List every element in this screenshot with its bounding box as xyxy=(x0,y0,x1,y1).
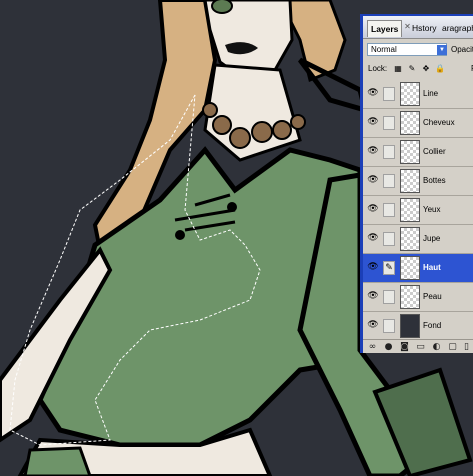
opacity-label: Opacit xyxy=(451,45,473,54)
link-box[interactable] xyxy=(383,116,395,130)
layer-name: Line xyxy=(423,89,439,98)
brush-icon[interactable]: ✎ xyxy=(383,261,395,275)
layer-thumbnail xyxy=(400,285,420,309)
eye-icon[interactable]: 👁 xyxy=(366,115,380,129)
layer-row-selected[interactable]: 👁 ✎ Haut xyxy=(363,254,473,283)
lock-label: Lock: xyxy=(368,64,388,73)
layers-panel: Layers ✕ Hstory aragraph Normal ▼ Opacit… xyxy=(360,14,473,353)
link-box[interactable] xyxy=(383,145,395,159)
link-box[interactable] xyxy=(383,290,395,304)
layer-thumbnail xyxy=(400,256,420,280)
trash-icon[interactable]: ▯ xyxy=(461,342,472,353)
layer-name: Fond xyxy=(423,321,442,330)
layer-row[interactable]: 👁 Fond xyxy=(363,312,473,341)
layer-thumbnail xyxy=(400,198,420,222)
link-icon[interactable]: ∞ xyxy=(367,342,378,353)
eye-icon[interactable]: 👁 xyxy=(366,260,380,274)
eye-icon[interactable]: 👁 xyxy=(366,144,380,158)
layer-row[interactable]: 👁 Peau xyxy=(363,283,473,312)
eye-icon[interactable]: 👁 xyxy=(366,173,380,187)
folder-icon[interactable]: ▭ xyxy=(415,342,426,353)
layer-thumbnail xyxy=(400,140,420,164)
tab-layers[interactable]: Layers xyxy=(367,20,403,37)
layer-row[interactable]: 👁 Collier xyxy=(363,138,473,167)
tab-history[interactable]: Hstory xyxy=(409,20,440,37)
layer-name: Haut xyxy=(423,263,441,272)
lock-row: Lock: ▦ ✎ ✥ 🔒 F xyxy=(363,62,473,78)
fx-icon[interactable]: ● xyxy=(383,342,394,353)
layer-name: Yeux xyxy=(423,205,441,214)
link-box[interactable] xyxy=(383,232,395,246)
link-box[interactable] xyxy=(383,87,395,101)
lock-move-icon[interactable]: ✥ xyxy=(421,64,431,74)
mask-icon[interactable]: ◙ xyxy=(399,342,410,353)
eye-icon[interactable]: 👁 xyxy=(366,202,380,216)
layer-row[interactable]: 👁 Bottes xyxy=(363,167,473,196)
layer-name: Bottes xyxy=(423,176,446,185)
new-adjustment-icon[interactable]: ◐ xyxy=(431,342,442,353)
layer-name: Jupe xyxy=(423,234,441,243)
layer-thumbnail xyxy=(400,169,420,193)
layer-name: Peau xyxy=(423,292,442,301)
eye-icon[interactable]: 👁 xyxy=(366,289,380,303)
layer-thumbnail xyxy=(400,82,420,106)
link-box[interactable] xyxy=(383,203,395,217)
lock-paint-icon[interactable]: ✎ xyxy=(407,64,417,74)
lock-all-icon[interactable]: 🔒 xyxy=(435,64,445,74)
chevron-down-icon[interactable]: ▼ xyxy=(437,45,447,55)
eye-icon[interactable]: 👁 xyxy=(366,318,380,332)
layer-name: Collier xyxy=(423,147,446,156)
layer-name: Cheveux xyxy=(423,118,455,127)
blend-row: Normal ▼ Opacit xyxy=(363,41,473,59)
blend-mode-value: Normal xyxy=(371,45,397,54)
layer-list: 👁 Line 👁 Cheveux 👁 Collier 👁 Bottes 👁 Ye… xyxy=(363,80,473,341)
link-box[interactable] xyxy=(383,319,395,333)
panel-tab-bar: Layers ✕ Hstory aragraph xyxy=(363,16,473,39)
layer-thumbnail xyxy=(400,314,420,338)
new-layer-icon[interactable]: ▢ xyxy=(447,342,458,353)
layer-row[interactable]: 👁 Cheveux xyxy=(363,109,473,138)
lock-transparency-icon[interactable]: ▦ xyxy=(393,64,403,74)
layer-row[interactable]: 👁 Yeux xyxy=(363,196,473,225)
layer-row[interactable]: 👁 Line xyxy=(363,80,473,109)
layer-thumbnail xyxy=(400,227,420,251)
link-box[interactable] xyxy=(383,174,395,188)
eye-icon[interactable]: 👁 xyxy=(366,231,380,245)
panel-bottom-bar: ∞ ● ◙ ▭ ◐ ▢ ▯ xyxy=(363,339,473,353)
tab-paragraph[interactable]: aragraph xyxy=(439,20,473,37)
layer-thumbnail xyxy=(400,111,420,135)
eye-icon[interactable]: 👁 xyxy=(366,86,380,100)
layer-row[interactable]: 👁 Jupe xyxy=(363,225,473,254)
blend-mode-select[interactable]: Normal ▼ xyxy=(367,43,447,56)
